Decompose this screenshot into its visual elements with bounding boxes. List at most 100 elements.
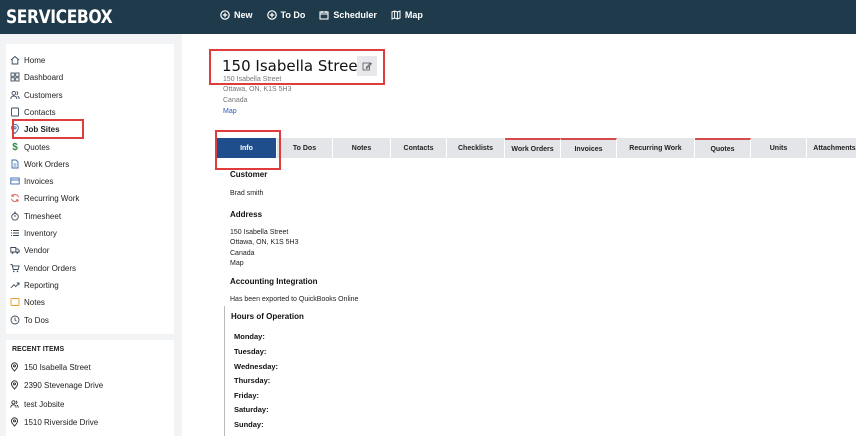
stopwatch-icon bbox=[10, 211, 20, 221]
note-icon bbox=[10, 297, 20, 307]
accounting-status: Has been exported to QuickBooks Online bbox=[230, 296, 359, 303]
sidebar-item-notes[interactable]: Notes bbox=[10, 295, 45, 309]
page-title: 150 Isabella Street bbox=[222, 57, 364, 75]
recent-item-label: test Jobsite bbox=[24, 399, 65, 409]
sidebar-item-recurring-work[interactable]: Recurring Work bbox=[10, 191, 79, 205]
document-icon bbox=[10, 159, 20, 169]
tab-attachments[interactable]: Attachments bbox=[807, 138, 856, 158]
address-heading: Address bbox=[230, 210, 263, 219]
recent-item[interactable]: 2390 Stevenage Drive bbox=[10, 378, 103, 392]
map-icon bbox=[391, 10, 401, 20]
sidebar-item-quotes[interactable]: $ Quotes bbox=[10, 140, 50, 154]
scheduler-label: Scheduler bbox=[333, 10, 377, 20]
day-saturday: Saturday: bbox=[234, 405, 269, 414]
dollar-icon: $ bbox=[12, 141, 18, 153]
sidebar-item-label: Reporting bbox=[24, 280, 59, 290]
recent-item[interactable]: test Jobsite bbox=[10, 397, 64, 411]
sidebar-item-label: Recurring Work bbox=[24, 193, 80, 203]
sidebar-item-dashboard[interactable]: Dashboard bbox=[10, 70, 63, 84]
app-logo[interactable]: SERVICEBOX bbox=[6, 6, 113, 28]
sidebar-item-label: Vendor bbox=[24, 245, 50, 255]
hours-heading: Hours of Operation bbox=[231, 312, 304, 321]
tab-to-dos[interactable]: To Dos bbox=[277, 138, 333, 158]
contact-card-icon bbox=[10, 107, 20, 117]
plus-circle-icon bbox=[220, 10, 230, 20]
address-line-3: Canada bbox=[223, 97, 248, 104]
location-pin-icon bbox=[10, 380, 19, 390]
day-friday: Friday: bbox=[234, 391, 260, 400]
recurring-icon bbox=[10, 193, 20, 203]
day-monday: Monday: bbox=[234, 332, 265, 341]
tab-notes[interactable]: Notes bbox=[333, 138, 391, 158]
recent-item-label: 2390 Stevenage Drive bbox=[24, 380, 104, 390]
new-label: New bbox=[234, 10, 253, 20]
info-map-link[interactable]: Map bbox=[230, 259, 244, 269]
top-nav: New To Do Scheduler Map bbox=[220, 10, 423, 20]
sidebar-item-invoices[interactable]: Invoices bbox=[10, 174, 53, 188]
location-pin-icon bbox=[10, 124, 20, 134]
info-address-line-2: Ottawa, ON, K1S 5H3 bbox=[230, 239, 299, 246]
sidebar-item-label: Invoices bbox=[24, 176, 54, 186]
sidebar-item-customers[interactable]: Customers bbox=[10, 88, 63, 102]
truck-icon bbox=[10, 245, 20, 255]
edit-button[interactable] bbox=[357, 56, 377, 76]
invoice-icon bbox=[10, 176, 20, 186]
sidebar-item-vendor[interactable]: Vendor bbox=[10, 243, 49, 257]
recent-item-label: 150 Isabella Street bbox=[24, 362, 91, 372]
map-label: Map bbox=[404, 10, 423, 20]
sidebar-item-to-dos[interactable]: To Dos bbox=[10, 313, 49, 327]
sidebar-item-job-sites[interactable]: Job Sites bbox=[10, 122, 60, 136]
customer-link[interactable]: Brad smith bbox=[230, 189, 263, 199]
top-bar: SERVICEBOX New To Do Scheduler Map bbox=[0, 0, 856, 34]
sidebar-item-home[interactable]: Home bbox=[10, 53, 45, 67]
sidebar-item-label: Job Sites bbox=[24, 124, 60, 134]
recent-item[interactable]: 150 Isabella Street bbox=[10, 360, 91, 374]
sidebar-item-label: Work Orders bbox=[24, 159, 70, 169]
todo-label: To Do bbox=[280, 10, 306, 20]
grid-icon bbox=[10, 72, 20, 82]
calendar-icon bbox=[319, 10, 329, 20]
day-tuesday: Tuesday: bbox=[234, 347, 267, 356]
info-address-line-3: Canada bbox=[230, 250, 255, 257]
recent-item[interactable]: 1510 Riverside Drive bbox=[10, 415, 98, 429]
sidebar-item-label: Home bbox=[24, 55, 46, 65]
customer-heading: Customer bbox=[230, 170, 268, 179]
todo-button[interactable]: To Do bbox=[266, 10, 306, 20]
sidebar-item-label: Notes bbox=[24, 297, 45, 307]
day-sunday: Sunday: bbox=[234, 420, 264, 429]
location-pin-icon bbox=[10, 417, 19, 427]
sidebar-item-work-orders[interactable]: Work Orders bbox=[10, 157, 69, 171]
tab-invoices[interactable]: Invoices bbox=[561, 138, 617, 158]
tab-work-orders[interactable]: Work Orders bbox=[505, 138, 561, 158]
sidebar-item-contacts[interactable]: Contacts bbox=[10, 105, 56, 119]
tab-recurring-work[interactable]: Recurring Work bbox=[617, 138, 695, 158]
info-address-line-1: 150 Isabella Street bbox=[230, 229, 289, 236]
sidebar-item-label: Dashboard bbox=[24, 72, 64, 82]
sidebar-item-reporting[interactable]: Reporting bbox=[10, 278, 59, 292]
tab-contacts[interactable]: Contacts bbox=[391, 138, 447, 158]
location-pin-icon bbox=[10, 362, 19, 372]
sidebar-item-inventory[interactable]: Inventory bbox=[10, 226, 57, 240]
clock-icon bbox=[10, 315, 20, 325]
day-thursday: Thursday: bbox=[234, 376, 271, 385]
new-button[interactable]: New bbox=[220, 10, 253, 20]
home-icon bbox=[10, 55, 20, 65]
list-icon bbox=[10, 228, 20, 238]
tab-info[interactable]: Info bbox=[217, 138, 277, 158]
tab-units[interactable]: Units bbox=[751, 138, 807, 158]
scheduler-button[interactable]: Scheduler bbox=[319, 10, 377, 20]
sidebar-item-timesheet[interactable]: Timesheet bbox=[10, 209, 61, 223]
sidebar-item-label: Timesheet bbox=[24, 211, 62, 221]
tab-checklists[interactable]: Checklists bbox=[447, 138, 505, 158]
edit-icon bbox=[362, 61, 372, 71]
accounting-heading: Accounting Integration bbox=[230, 277, 318, 286]
sidebar-item-vendor-orders[interactable]: Vendor Orders bbox=[10, 261, 76, 275]
users-icon bbox=[10, 399, 19, 409]
map-button[interactable]: Map bbox=[391, 10, 423, 20]
users-icon bbox=[10, 90, 20, 100]
sidebar-item-label: Contacts bbox=[24, 107, 56, 117]
tab-quotes[interactable]: Quotes bbox=[695, 138, 751, 158]
map-link[interactable]: Map bbox=[223, 108, 237, 115]
sidebar-item-label: Customers bbox=[24, 90, 63, 100]
day-wednesday: Wednesday: bbox=[234, 362, 279, 371]
